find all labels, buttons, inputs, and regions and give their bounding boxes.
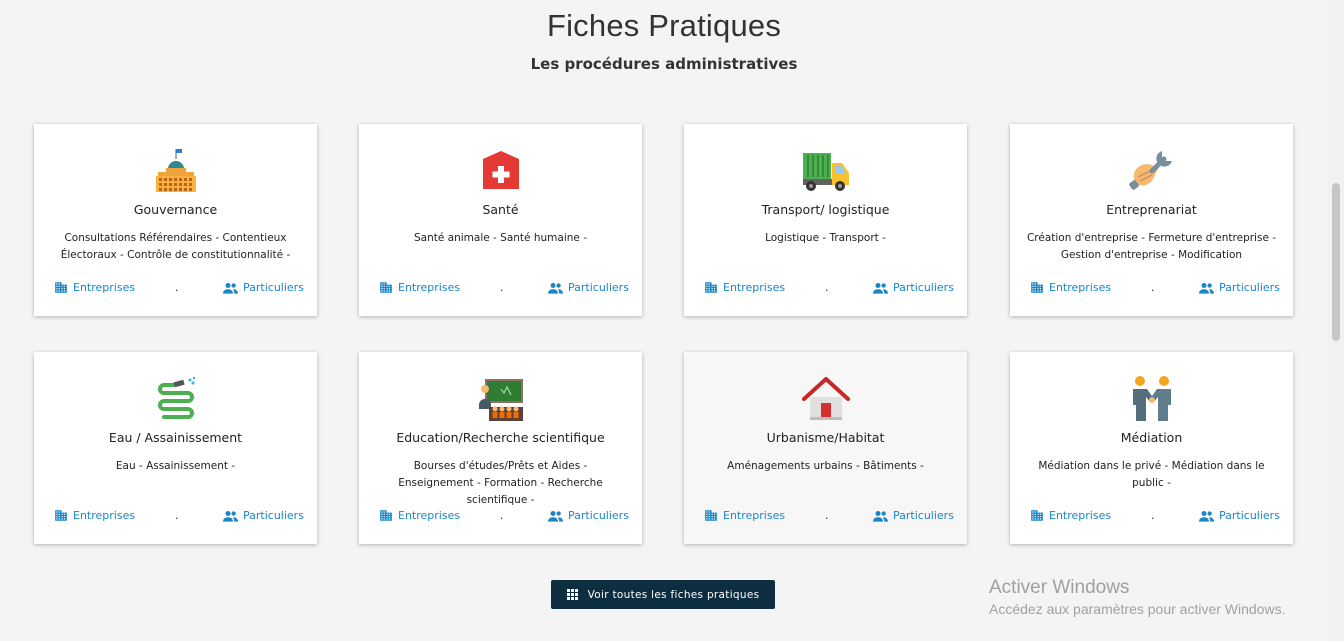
particuliers-label: Particuliers <box>243 509 304 522</box>
particuliers-label: Particuliers <box>893 509 954 522</box>
link-separator: . <box>500 509 504 522</box>
page-scrollbar[interactable] <box>1328 0 1344 641</box>
link-separator: . <box>1151 509 1155 522</box>
link-separator: . <box>1151 281 1155 294</box>
particuliers-label: Particuliers <box>1219 281 1280 294</box>
wrench-hand-icon <box>1128 151 1172 190</box>
entreprises-label: Entreprises <box>73 509 136 522</box>
particuliers-label: Particuliers <box>568 509 629 522</box>
card-description: Création d'entreprise - Fermeture d'entr… <box>1026 232 1277 261</box>
card-transport[interactable]: Transport/ logistique Logistique - Trans… <box>684 124 967 316</box>
card-title: Gouvernance <box>133 202 218 217</box>
link-separator: . <box>825 281 829 294</box>
particuliers-label: Particuliers <box>893 281 954 294</box>
link-separator: . <box>175 509 179 522</box>
entreprises-label: Entreprises <box>73 281 136 294</box>
card-mediation[interactable]: Médiation Médiation dans le privé - Médi… <box>1010 352 1293 544</box>
building-icon <box>1031 510 1043 521</box>
house-icon <box>801 377 850 420</box>
card-description: Santé animale - Santé humaine - <box>414 232 587 244</box>
windows-watermark-title: Activer Windows <box>989 577 1130 598</box>
particuliers-link[interactable]: Particuliers <box>1199 509 1280 522</box>
entreprises-link[interactable]: Entreprises <box>1030 281 1111 294</box>
people-icon <box>873 510 888 522</box>
entreprises-link[interactable]: Entreprises <box>54 509 135 522</box>
card-sante[interactable]: Santé Santé animale - Santé humaine - En… <box>359 124 642 316</box>
scrollbar-thumb[interactable] <box>1332 183 1340 341</box>
card-description: Aménagements urbains - Bâtiments - <box>727 460 924 472</box>
link-separator: . <box>825 509 829 522</box>
building-icon <box>380 282 392 293</box>
page-title: Fiches Pratiques <box>546 8 782 43</box>
entreprises-link[interactable]: Entreprises <box>704 281 785 294</box>
entreprises-link[interactable]: Entreprises <box>1030 509 1111 522</box>
card-description: Consultations Référendaires - Contentieu… <box>60 232 291 261</box>
entreprises-label: Entreprises <box>723 509 786 522</box>
entreprises-link[interactable]: Entreprises <box>379 509 460 522</box>
medical-cross-icon <box>482 151 519 189</box>
entreprises-link[interactable]: Entreprises <box>379 281 460 294</box>
card-education[interactable]: Education/Recherche scientifique Bourses… <box>359 352 642 544</box>
card-title: Urbanisme/Habitat <box>766 430 885 445</box>
particuliers-link[interactable]: Particuliers <box>548 281 629 294</box>
entreprises-label: Entreprises <box>723 281 786 294</box>
entreprises-label: Entreprises <box>398 509 461 522</box>
card-entreprenariat[interactable]: Entreprenariat Création d'entreprise - F… <box>1010 124 1293 316</box>
building-icon <box>1031 282 1043 293</box>
people-icon <box>1199 282 1214 294</box>
building-icon <box>705 510 717 521</box>
card-gouvernance[interactable]: Gouvernance Consultations Référendaires … <box>34 124 317 316</box>
classroom-icon <box>478 379 523 421</box>
building-icon <box>705 282 717 293</box>
particuliers-link[interactable]: Particuliers <box>223 281 304 294</box>
particuliers-link[interactable]: Particuliers <box>223 509 304 522</box>
card-description: Eau - Assainissement - <box>115 460 236 472</box>
people-icon <box>873 282 888 294</box>
particuliers-link[interactable]: Particuliers <box>1199 281 1280 294</box>
entreprises-link[interactable]: Entreprises <box>54 281 135 294</box>
card-title: Entreprenariat <box>1106 202 1197 217</box>
particuliers-link[interactable]: Particuliers <box>548 509 629 522</box>
entreprises-label: Entreprises <box>1049 281 1112 294</box>
entreprises-label: Entreprises <box>1049 509 1112 522</box>
link-separator: . <box>175 281 179 294</box>
card-title: Transport/ logistique <box>761 202 890 217</box>
see-all-button[interactable]: Voir toutes les fiches pratiques <box>551 580 775 609</box>
truck-icon <box>802 153 849 191</box>
people-icon <box>223 510 238 522</box>
grid-icon <box>566 589 578 600</box>
building-icon <box>55 510 67 521</box>
card-title: Education/Recherche scientifique <box>396 430 605 445</box>
link-separator: . <box>500 281 504 294</box>
card-title: Médiation <box>1120 430 1183 445</box>
windows-watermark-subtitle: Accédez aux paramètres pour activer Wind… <box>989 601 1286 617</box>
particuliers-label: Particuliers <box>568 281 629 294</box>
handshake-people-icon <box>1132 376 1171 421</box>
particuliers-label: Particuliers <box>1219 509 1280 522</box>
card-description: Bourses d'études/Prêts et Aides - Enseig… <box>398 460 603 506</box>
card-eau[interactable]: Eau / Assainissement Eau - Assainissemen… <box>34 352 317 544</box>
card-title: Eau / Assainissement <box>108 430 243 445</box>
entreprises-label: Entreprises <box>398 281 461 294</box>
card-description: Médiation dans le privé - Médiation dans… <box>1038 460 1265 489</box>
building-icon <box>380 510 392 521</box>
entreprises-link[interactable]: Entreprises <box>704 509 785 522</box>
page-subtitle: Les procédures administratives <box>530 55 798 73</box>
see-all-label: Voir toutes les fiches pratiques <box>587 588 760 601</box>
particuliers-link[interactable]: Particuliers <box>873 509 954 522</box>
card-urbanisme[interactable]: Urbanisme/Habitat Aménagements urbains -… <box>684 352 967 544</box>
people-icon <box>548 510 563 522</box>
particuliers-link[interactable]: Particuliers <box>873 281 954 294</box>
water-hose-icon <box>157 376 195 419</box>
card-title: Santé <box>482 202 519 217</box>
building-icon <box>55 282 67 293</box>
particuliers-label: Particuliers <box>243 281 304 294</box>
people-icon <box>1199 510 1214 522</box>
people-icon <box>223 282 238 294</box>
card-description: Logistique - Transport - <box>765 232 886 244</box>
people-icon <box>548 282 563 294</box>
capitol-building-icon <box>155 149 196 192</box>
